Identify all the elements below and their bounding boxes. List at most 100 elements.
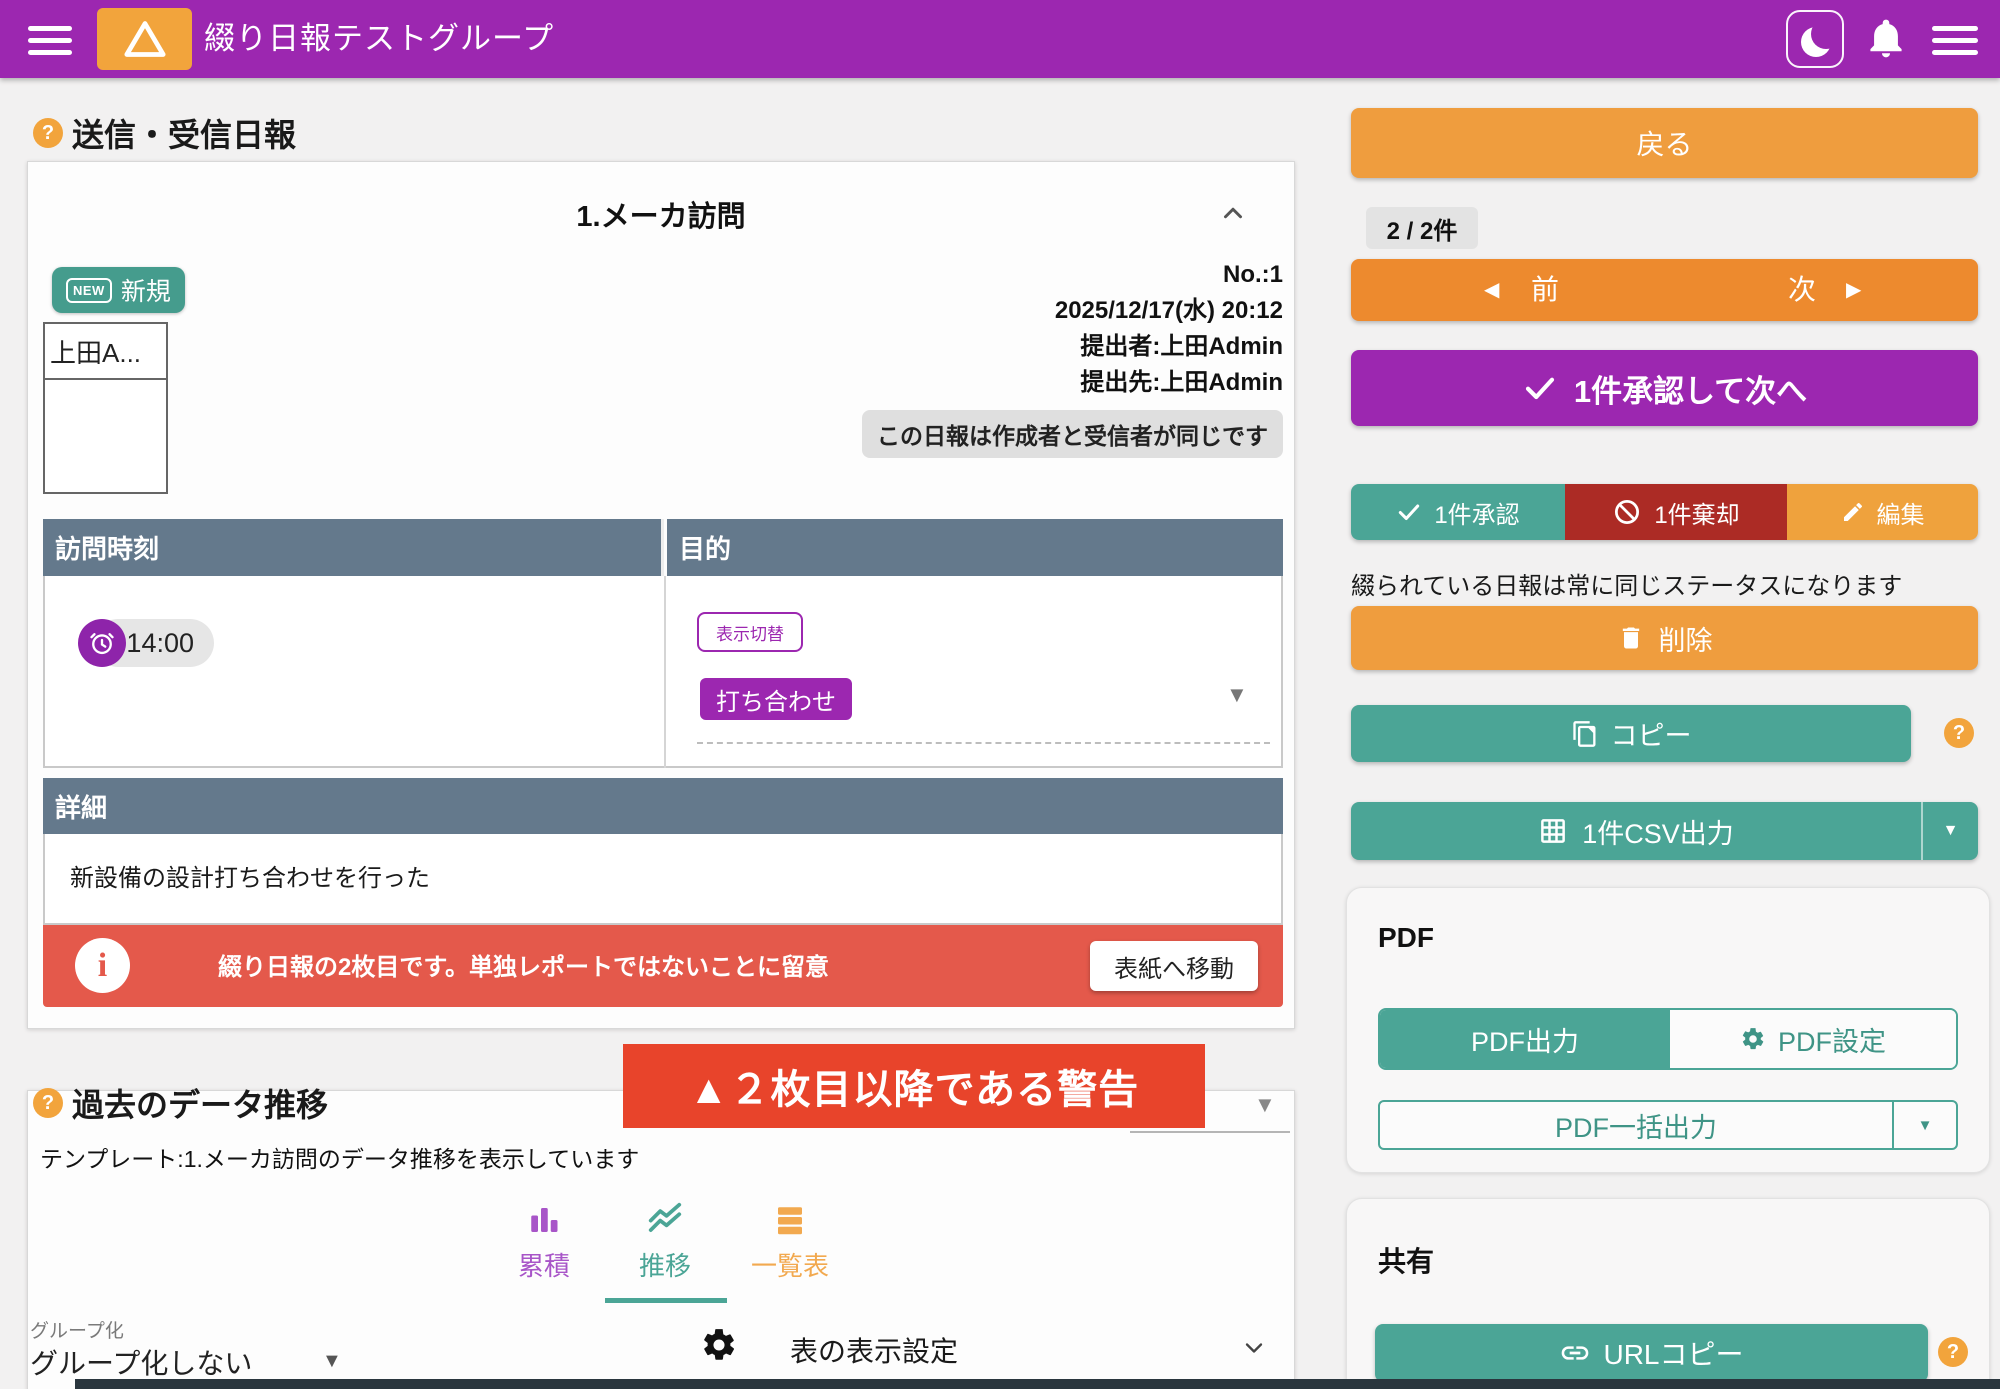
- list-icon: [772, 1202, 808, 1238]
- help-icon[interactable]: ?: [33, 118, 63, 148]
- table-settings-label: 表の表示設定: [790, 1330, 958, 1370]
- bell-icon: [1864, 16, 1908, 62]
- report-number: No.:1: [1055, 257, 1283, 293]
- csv-export-main[interactable]: 1件CSV出力: [1351, 802, 1921, 860]
- group-by-select[interactable]: グループ化しない: [30, 1342, 252, 1382]
- link-icon: [1559, 1337, 1591, 1369]
- next-arrow-icon[interactable]: ▶: [1846, 259, 1861, 321]
- notifications-button[interactable]: [1864, 16, 1908, 62]
- delete-button[interactable]: 削除: [1351, 606, 1978, 670]
- report-recipient: 提出先:上田Admin: [1055, 365, 1283, 401]
- delete-label: 削除: [1659, 619, 1713, 658]
- check-icon: [1396, 499, 1422, 525]
- url-copy-label: URLコピー: [1603, 1333, 1743, 1373]
- share-card-title: 共有: [1378, 1240, 1434, 1280]
- check-icon: [1522, 370, 1558, 406]
- app-title: 綴り日報テストグループ: [204, 0, 554, 78]
- bar-chart-icon: [526, 1202, 562, 1238]
- prev-next-button[interactable]: ◀ 前 次 ▶: [1351, 259, 1978, 321]
- page-title: 送信・受信日報: [72, 110, 296, 156]
- csv-export-button[interactable]: 1件CSV出力 ▼: [1351, 802, 1978, 860]
- pdf-settings-button[interactable]: PDF設定: [1670, 1010, 1956, 1068]
- help-icon-url[interactable]: ?: [1938, 1337, 1968, 1367]
- pdf-settings-label: PDF設定: [1778, 1020, 1886, 1059]
- tab-cumulative[interactable]: 累積: [479, 1202, 609, 1283]
- url-copy-button[interactable]: URLコピー: [1375, 1324, 1928, 1382]
- active-tab-underline: [605, 1298, 727, 1303]
- new-badge-label: 新規: [121, 272, 171, 308]
- tab-list[interactable]: 一覧表: [725, 1202, 855, 1283]
- approver-name: 上田A...: [45, 324, 166, 380]
- history-select-caret[interactable]: ▼: [1254, 1092, 1276, 1118]
- history-select-underline: [1130, 1131, 1290, 1133]
- back-button[interactable]: 戻る: [1351, 108, 1978, 178]
- pdf-split-button: PDF出力 PDF設定: [1378, 1008, 1958, 1070]
- next-label[interactable]: 次: [1788, 259, 1816, 321]
- approve-and-next-label: 1件承認して次へ: [1574, 366, 1807, 411]
- report-meta: No.:1 2025/12/17(水) 20:12 提出者:上田Admin 提出…: [1055, 257, 1283, 401]
- help-icon-history[interactable]: ?: [33, 1088, 63, 1118]
- action-segment-row: 1件承認 1件棄却 編集: [1351, 484, 1978, 540]
- go-to-cover-button[interactable]: 表紙へ移動: [1090, 941, 1258, 991]
- table-settings-button[interactable]: [700, 1326, 738, 1369]
- edit-button[interactable]: 編集: [1787, 484, 1978, 540]
- menu-hamburger-icon[interactable]: [28, 26, 72, 55]
- edit-label: 編集: [1877, 495, 1925, 530]
- same-person-badge: この日報は作成者と受信者が同じです: [862, 410, 1283, 458]
- approve-one-button[interactable]: 1件承認: [1351, 484, 1565, 540]
- approval-stamp-box: 上田A...: [43, 322, 168, 494]
- visit-time-field[interactable]: 14:00: [78, 619, 218, 667]
- template-note: テンプレート:1.メーカ訪問のデータ推移を表示しています: [40, 1140, 639, 1174]
- table-settings-expand[interactable]: [1240, 1334, 1268, 1367]
- chevron-down-icon: [1240, 1334, 1268, 1362]
- tab-label: 推移: [639, 1246, 691, 1283]
- dashed-divider: [697, 742, 1270, 744]
- prev-label[interactable]: 前: [1531, 259, 1559, 321]
- chevron-up-icon: [1218, 198, 1248, 228]
- collapse-button[interactable]: [1218, 198, 1248, 233]
- group-by-label: グループ化: [30, 1316, 124, 1343]
- dark-mode-button[interactable]: [1786, 10, 1844, 68]
- tab-label: 一覧表: [751, 1246, 829, 1283]
- status-badge-new[interactable]: NEW 新規: [52, 267, 185, 313]
- approve-one-label: 1件承認: [1434, 495, 1519, 530]
- pencil-icon: [1841, 500, 1865, 524]
- pdf-bulk-button[interactable]: PDF一括出力 ▼: [1378, 1100, 1958, 1150]
- overflow-menu-icon[interactable]: [1932, 26, 1978, 55]
- purpose-chip[interactable]: 打ち合わせ: [700, 678, 852, 720]
- group-by-caret[interactable]: ▼: [322, 1350, 342, 1373]
- status-note: 綴られている日報は常に同じステータスになります: [1351, 566, 1991, 601]
- purpose-dropdown-caret[interactable]: ▼: [1226, 682, 1248, 708]
- help-icon-copy[interactable]: ?: [1944, 718, 1974, 748]
- table-grid-icon: [1538, 816, 1568, 846]
- app-header: 綴り日報テストグループ: [0, 0, 2000, 78]
- detail-text: 新設備の設計打ち合わせを行った: [70, 858, 430, 893]
- bundle-warning-text: 綴り日報の2枚目です。単独レポートではないことに留意: [218, 947, 829, 982]
- report-datetime: 2025/12/17(水) 20:12: [1055, 293, 1283, 329]
- reject-one-label: 1件棄却: [1654, 495, 1739, 530]
- alarm-clock-icon: [78, 619, 126, 667]
- history-title: 過去のデータ推移: [72, 1080, 328, 1126]
- pdf-card-title: PDF: [1378, 922, 1434, 954]
- csv-export-label: 1件CSV出力: [1582, 812, 1734, 851]
- detail-header: 詳細: [43, 778, 1283, 834]
- annotation-warning: ▲２枚目以降である警告: [623, 1044, 1205, 1128]
- display-toggle-button[interactable]: 表示切替: [697, 612, 803, 652]
- pdf-export-button[interactable]: PDF出力: [1380, 1010, 1670, 1068]
- new-icon: NEW: [66, 278, 112, 303]
- prohibit-icon: [1612, 497, 1642, 527]
- reject-one-button[interactable]: 1件棄却: [1565, 484, 1787, 540]
- app-logo[interactable]: [97, 8, 192, 70]
- column-header-purpose: 目的: [667, 519, 1283, 576]
- copy-button[interactable]: コピー: [1351, 705, 1911, 762]
- tab-label: 累積: [518, 1246, 570, 1283]
- app-root: 綴り日報テストグループ ? 送信・受信日報 1.メーカ訪問 NEW 新規 上田A…: [0, 0, 2000, 1389]
- copy-label: コピー: [1611, 714, 1692, 753]
- tab-trend[interactable]: 推移: [600, 1200, 730, 1283]
- pdf-bulk-label[interactable]: PDF一括出力: [1380, 1102, 1892, 1148]
- prev-arrow-icon[interactable]: ◀: [1484, 259, 1499, 321]
- trend-lines-icon: [646, 1200, 684, 1238]
- approve-and-next-button[interactable]: 1件承認して次へ: [1351, 350, 1978, 426]
- pdf-bulk-caret[interactable]: ▼: [1894, 1102, 1956, 1148]
- csv-dropdown-caret[interactable]: ▼: [1923, 802, 1978, 860]
